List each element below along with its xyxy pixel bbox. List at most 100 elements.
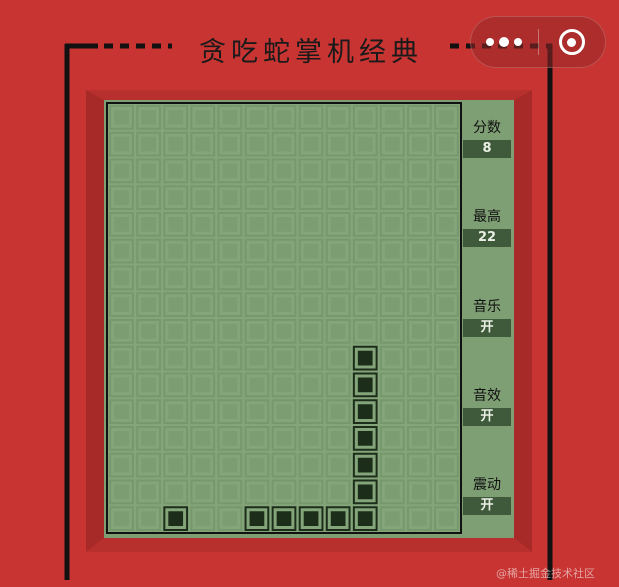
game-board[interactable] xyxy=(106,102,462,534)
empty-cell-core xyxy=(141,511,156,526)
empty-cell-core xyxy=(222,136,238,152)
vibrate-value[interactable]: 开 xyxy=(463,497,511,515)
empty-cell-core xyxy=(168,297,184,312)
empty-cell-core xyxy=(195,350,211,366)
empty-cell-core xyxy=(412,377,427,393)
empty-cell-core xyxy=(330,297,346,312)
empty-cell-core xyxy=(141,350,156,366)
empty-cell-core xyxy=(276,324,292,339)
empty-cell-core xyxy=(249,136,265,152)
empty-cell-core xyxy=(276,297,292,312)
empty-cell-core xyxy=(439,243,454,259)
empty-cell-core xyxy=(195,324,211,339)
empty-cell-core xyxy=(330,350,346,366)
food-cell-core xyxy=(168,511,184,526)
empty-cell-core xyxy=(249,297,265,312)
empty-cell-core xyxy=(412,404,427,419)
empty-cell-core xyxy=(168,217,184,232)
empty-cell-core xyxy=(195,297,211,312)
snake-segment-core xyxy=(357,350,373,366)
empty-cell-core xyxy=(141,217,156,232)
empty-cell-core xyxy=(222,404,238,419)
vibrate-toggle[interactable]: 震动 开 xyxy=(463,475,511,515)
empty-cell-core xyxy=(439,350,454,366)
sound-value[interactable]: 开 xyxy=(463,408,511,426)
snake-segment-core xyxy=(357,484,373,500)
empty-cell-core xyxy=(114,243,129,259)
empty-cell-core xyxy=(114,511,129,526)
empty-cell-core xyxy=(141,243,156,259)
empty-cell-core xyxy=(168,190,184,205)
empty-cell-core xyxy=(249,110,265,125)
empty-cell-core xyxy=(276,190,292,205)
more-dots-icon[interactable] xyxy=(471,17,538,67)
empty-cell-core xyxy=(384,350,400,366)
empty-cell-core xyxy=(276,404,292,419)
empty-cell-core xyxy=(357,110,373,125)
empty-cell-core xyxy=(330,110,346,125)
empty-cell-core xyxy=(412,163,427,179)
vibrate-label: 震动 xyxy=(473,477,501,493)
empty-cell-core xyxy=(114,297,129,312)
empty-cell-core xyxy=(384,324,400,339)
empty-cell-core xyxy=(330,404,346,419)
empty-cell-core xyxy=(222,350,238,366)
empty-cell-core xyxy=(276,431,292,446)
empty-cell-core xyxy=(195,377,211,393)
empty-cell-core xyxy=(330,190,346,205)
empty-cell-core xyxy=(439,163,454,179)
empty-cell-core xyxy=(412,297,427,312)
best-value: 22 xyxy=(463,229,511,247)
empty-cell-core xyxy=(303,243,319,259)
empty-cell-core xyxy=(168,457,184,473)
empty-cell-core xyxy=(330,377,346,393)
empty-cell-core xyxy=(384,110,400,125)
empty-cell-core xyxy=(114,377,129,393)
empty-cell-core xyxy=(195,431,211,446)
empty-cell-core xyxy=(195,163,211,179)
empty-cell-core xyxy=(222,243,238,259)
empty-cell-core xyxy=(439,377,454,393)
empty-cell-core xyxy=(141,190,156,205)
empty-cell-core xyxy=(114,270,129,286)
empty-cell-core xyxy=(168,404,184,419)
empty-cell-core xyxy=(249,163,265,179)
close-target-icon[interactable] xyxy=(539,17,606,67)
empty-cell-core xyxy=(114,136,129,152)
empty-cell-core xyxy=(276,136,292,152)
empty-cell-core xyxy=(303,190,319,205)
empty-cell-core xyxy=(141,324,156,339)
empty-cell-core xyxy=(412,484,427,500)
empty-cell-core xyxy=(141,136,156,152)
sound-toggle[interactable]: 音效 开 xyxy=(463,386,511,426)
empty-cell-core xyxy=(412,270,427,286)
board-grid xyxy=(109,105,459,531)
music-toggle[interactable]: 音乐 开 xyxy=(463,297,511,337)
app-title: 贪吃蛇掌机经典 xyxy=(199,37,423,68)
snake-segment-core xyxy=(357,404,373,419)
empty-cell-core xyxy=(303,350,319,366)
empty-cell-core xyxy=(141,297,156,312)
empty-cell-core xyxy=(384,404,400,419)
empty-cell-core xyxy=(412,324,427,339)
empty-cell-core xyxy=(141,163,156,179)
empty-cell-core xyxy=(412,457,427,473)
empty-cell-core xyxy=(195,270,211,286)
empty-cell-core xyxy=(168,163,184,179)
empty-cell-core xyxy=(439,110,454,125)
empty-cell-core xyxy=(222,457,238,473)
music-label: 音乐 xyxy=(473,299,501,315)
empty-cell-core xyxy=(141,377,156,393)
empty-cell-core xyxy=(412,511,427,526)
empty-cell-core xyxy=(412,243,427,259)
empty-cell-core xyxy=(276,457,292,473)
miniprogram-capsule xyxy=(470,16,606,68)
empty-cell-core xyxy=(384,484,400,500)
empty-cell-core xyxy=(384,190,400,205)
music-value[interactable]: 开 xyxy=(463,319,511,337)
empty-cell-core xyxy=(249,243,265,259)
empty-cell-core xyxy=(276,484,292,500)
empty-cell-core xyxy=(222,324,238,339)
empty-cell-core xyxy=(384,163,400,179)
empty-cell-core xyxy=(412,431,427,446)
